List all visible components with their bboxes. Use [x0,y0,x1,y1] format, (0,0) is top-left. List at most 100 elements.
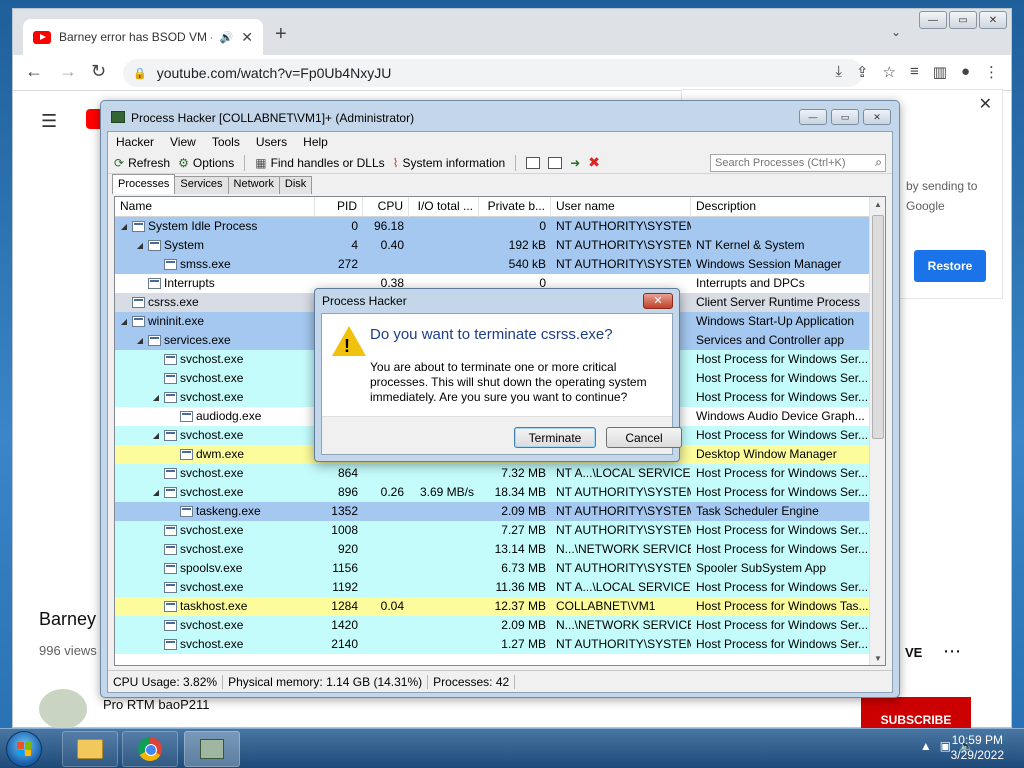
cancel-button[interactable]: Cancel [606,427,682,448]
dialog-close-button[interactable]: ✕ [643,293,673,309]
menu-users[interactable]: Users [256,135,287,149]
column-user-name[interactable]: User name [551,197,691,217]
bookmark-star-icon[interactable]: ☆ [883,63,896,81]
taskbar-chrome[interactable] [122,731,178,767]
process-row[interactable]: ◢ svchost.exe 896 0.26 3.69 MB/s 18.34 MB NT A… [115,483,871,502]
column-io[interactable]: I/O total ... [409,197,479,217]
back-arrow-icon[interactable]: ← [25,61,43,82]
terminate-button[interactable]: Terminate [514,427,596,448]
menu-tools[interactable]: Tools [212,135,240,149]
search-icon[interactable]: ⌕ [875,155,882,170]
menu-view[interactable]: View [170,135,196,149]
restore-button[interactable]: Restore [914,250,986,282]
clock[interactable]: 10:59 PM 3/29/2022 [951,733,1004,763]
tab-close-icon[interactable]: ✕ [241,29,253,46]
new-tab-button[interactable]: + [275,23,287,46]
save-button[interactable]: VE [905,645,922,660]
process-row[interactable]: svchost.exe 1420 2.09 MB N...\NETWORK SERVI… [115,616,871,635]
process-row[interactable]: taskhost.exe 1284 0.04 12.37 MB COLLABNET\VM… [115,597,871,616]
expand-arrow-icon[interactable]: ◢ [151,483,161,502]
column-name[interactable]: Name [115,197,315,217]
reload-icon[interactable]: ↻ [91,61,106,82]
dialog-footer: Terminate Cancel [322,416,682,454]
process-row[interactable]: spoolsv.exe 1156 6.73 MB NT AUTHORITY\SYSTE… [115,559,871,578]
find-handles-button[interactable]: ▦ Find handles or DLLs [255,156,384,170]
browser-tab[interactable]: Barney error has BSOD VM - 🔊 ✕ [23,19,263,55]
window-controls: — ▭ ✕ [919,11,1007,29]
system-information-button[interactable]: ⌇ System information [393,156,506,170]
process-row[interactable]: svchost.exe 2140 1.27 MB NT AUTHORITY\SYSTE… [115,635,871,654]
speaker-icon[interactable]: 🔊 [220,31,234,44]
process-row[interactable]: svchost.exe 920 13.14 MB N...\NETWORK SERVI… [115,540,871,559]
share-icon[interactable]: ⇪ [856,63,869,81]
close-button[interactable]: ✕ [979,11,1007,29]
taskbar-explorer[interactable] [62,731,118,767]
tab-search-chevron-icon[interactable]: ⌄ [891,25,901,39]
process-name: System [164,238,205,252]
subscribe-button[interactable]: SUBSCRIBE [861,697,971,729]
more-options-icon[interactable]: ⋯ [943,641,961,662]
tab-network[interactable]: Network [227,176,280,194]
expand-arrow-icon[interactable]: ◢ [119,312,129,331]
cell-description: Host Process for Windows Ser... [696,352,869,366]
vertical-scrollbar[interactable]: ▲ ▼ [869,197,885,665]
cell-name: ◢ svchost.exe [115,426,315,445]
scroll-up-icon[interactable]: ▲ [870,197,885,213]
arrow-right-icon[interactable]: ➜ [570,156,580,170]
scroll-thumb[interactable] [872,215,884,439]
column-pid[interactable]: PID [315,197,363,217]
scroll-down-icon[interactable]: ▼ [870,651,885,665]
minimize-button[interactable]: — [799,109,827,125]
media-control-icon[interactable]: ≡ [910,63,919,81]
window-icon[interactable] [526,156,541,169]
column-private-bytes[interactable]: Private b... [479,197,551,217]
process-row[interactable]: ◢ System 4 0.40 192 kB NT AUTHORITY\SYSTEM NT … [115,236,871,255]
panel-close-icon[interactable]: ✕ [979,94,992,114]
hamburger-menu-icon[interactable]: ☰ [41,111,57,132]
tab-disk[interactable]: Disk [278,176,313,194]
process-row[interactable]: svchost.exe 864 7.32 MB NT A...\LOCAL SERVI… [115,464,871,483]
process-row[interactable]: smss.exe 272 540 kB NT AUTHORITY\SYSTEM Wind… [115,255,871,274]
network-icon[interactable]: ▣ [940,739,951,753]
channel-avatar[interactable] [39,689,87,729]
refresh-button[interactable]: ⟳ Refresh [114,156,170,170]
lock-icon[interactable]: 🔒 [133,67,147,80]
cell-name: ◢ System [115,236,315,255]
close-button[interactable]: ✕ [863,109,891,125]
expand-arrow-icon[interactable]: ◢ [151,388,161,407]
start-button[interactable] [6,731,42,767]
forward-arrow-icon[interactable]: → [59,61,77,82]
tab-processes[interactable]: Processes [112,174,176,194]
channel-name[interactable]: Pro RTM baoP211 [103,697,209,712]
show-hidden-icons-icon[interactable]: ▲ [920,739,932,753]
expand-arrow-icon[interactable]: ◢ [151,426,161,445]
search-input[interactable] [710,154,886,172]
side-panel-icon[interactable]: ▥ [933,63,947,81]
options-button[interactable]: ⚙ Options [178,156,234,170]
minimize-button[interactable]: — [919,11,947,29]
install-icon[interactable]: ⤓ [835,63,842,81]
terminate-x-icon[interactable]: ✖ [588,154,600,171]
address-bar[interactable]: 🔒 youtube.com/watch?v=Fp0Ub4NxyJU [123,59,863,87]
expand-arrow-icon[interactable]: ◢ [135,236,145,255]
expand-arrow-icon[interactable]: ◢ [135,331,145,350]
window-arrow-icon[interactable] [548,156,563,169]
maximize-button[interactable]: ▭ [949,11,977,29]
maximize-button[interactable]: ▭ [831,109,859,125]
column-cpu[interactable]: CPU [363,197,409,217]
process-row[interactable]: ◢ System Idle Process 0 96.18 0 NT AUTHORITY\… [115,217,871,236]
cell-name: ◢ wininit.exe [115,312,315,331]
menu-help[interactable]: Help [303,135,328,149]
process-row[interactable]: svchost.exe 1192 11.36 MB NT A...\LOCAL SER… [115,578,871,597]
menu-dots-icon[interactable]: ⋮ [984,63,999,81]
tab-services[interactable]: Services [174,176,229,194]
column-description[interactable]: Description [691,197,871,217]
process-row[interactable]: svchost.exe 1008 7.27 MB NT AUTHORITY\SYSTE… [115,521,871,540]
cell-name: svchost.exe [115,616,315,635]
menu-hacker[interactable]: Hacker [116,135,154,149]
taskbar-process-hacker[interactable] [184,731,240,767]
title-bar[interactable]: Process Hacker [COLLABNET\VM1]+ (Adminis… [101,101,899,131]
profile-icon[interactable]: ● [961,63,970,81]
process-row[interactable]: taskeng.exe 1352 2.09 MB NT AUTHORITY\SYSTE… [115,502,871,521]
expand-arrow-icon[interactable]: ◢ [119,217,129,236]
